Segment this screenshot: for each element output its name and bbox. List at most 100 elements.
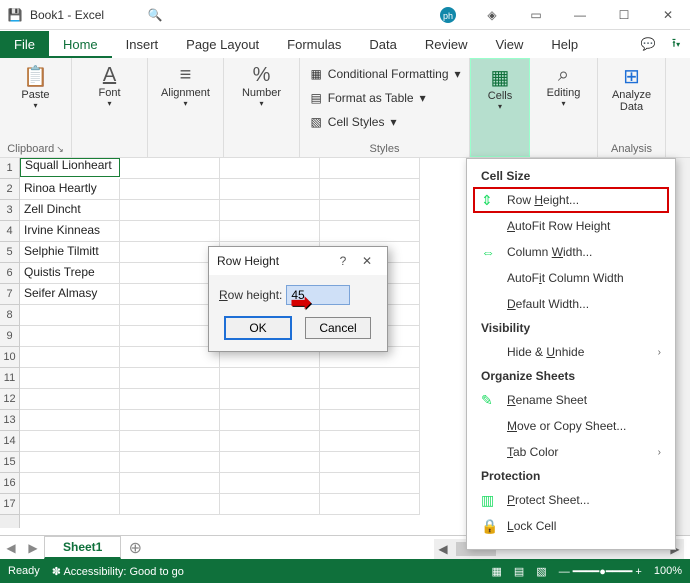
group-font: AFont▾ — [72, 58, 148, 157]
menu-autofit-row[interactable]: AutoFit Row Height — [467, 213, 675, 239]
row-header[interactable]: 10 — [0, 347, 19, 368]
zoom-control[interactable]: — ━━━━●━━━━ + — [559, 565, 642, 578]
ribbon-tabs: File Home Insert Page Layout Formulas Da… — [0, 30, 690, 58]
conditional-formatting-button[interactable]: ▦Conditional Formatting ▾ — [308, 62, 460, 86]
menu-column-width[interactable]: ⇔Column Width... — [467, 239, 675, 265]
new-sheet-button[interactable]: ⊕ — [121, 538, 149, 558]
row-header[interactable]: 16 — [0, 473, 19, 494]
menu-rename-sheet[interactable]: ✎Rename Sheet — [467, 387, 675, 413]
autosave-icon[interactable]: 💾 — [0, 8, 30, 22]
paste-icon: 📋 — [23, 64, 48, 89]
row-header[interactable]: 14 — [0, 431, 19, 452]
tab-view[interactable]: View — [481, 31, 537, 58]
menu-default-width[interactable]: Default Width... — [467, 291, 675, 317]
group-number: %Number▾ — [224, 58, 300, 157]
tab-help[interactable]: Help — [537, 31, 592, 58]
ok-button[interactable]: OK — [225, 317, 291, 339]
menu-tab-color[interactable]: Tab Color› — [467, 439, 675, 465]
row-header[interactable]: 12 — [0, 389, 19, 410]
tab-home[interactable]: Home — [49, 31, 112, 58]
row-header[interactable]: 1 — [0, 158, 19, 179]
row-header[interactable]: 2 — [0, 179, 19, 200]
tab-review[interactable]: Review — [411, 31, 482, 58]
cell-a4[interactable]: Irvine Kinneas — [20, 221, 120, 242]
alignment-button[interactable]: ≡Alignment▾ — [155, 62, 216, 110]
title-bar: 💾 Book1 - Excel 🔍 ph ◈ ▭ — ☐ ✕ — [0, 0, 690, 30]
menu-section-visibility: Visibility — [467, 317, 675, 339]
alignment-icon: ≡ — [180, 64, 192, 87]
cell[interactable] — [120, 158, 220, 179]
cell[interactable] — [320, 158, 420, 179]
analyze-data-button[interactable]: ⊞Analyze Data — [606, 62, 657, 115]
cell-a6[interactable]: Quistis Trepe — [20, 263, 120, 284]
account-icon[interactable]: ph — [426, 0, 470, 30]
row-header[interactable]: 15 — [0, 452, 19, 473]
menu-move-copy[interactable]: Move or Copy Sheet... — [467, 413, 675, 439]
maximize-button[interactable]: ☐ — [602, 0, 646, 30]
dialog-close-button[interactable]: ✕ — [355, 254, 379, 268]
tab-data[interactable]: Data — [355, 31, 410, 58]
menu-row-height[interactable]: ⇕Row Height... — [473, 187, 669, 213]
protect-icon: ▥ — [481, 492, 497, 508]
row-header[interactable]: 9 — [0, 326, 19, 347]
lock-icon: 🔒 — [481, 518, 497, 534]
row-header[interactable]: 6 — [0, 263, 19, 284]
analysis-group-label: Analysis — [611, 143, 652, 155]
dialog-help-button[interactable]: ? — [331, 254, 355, 268]
number-icon: % — [253, 64, 271, 87]
search-icon[interactable]: 🔍 — [140, 8, 170, 22]
chevron-right-icon: › — [658, 347, 661, 358]
row-header[interactable]: 5 — [0, 242, 19, 263]
diamond-icon[interactable]: ◈ — [470, 0, 514, 30]
row-header[interactable]: 11 — [0, 368, 19, 389]
tab-formulas[interactable]: Formulas — [273, 31, 355, 58]
row-header[interactable]: 7 — [0, 284, 19, 305]
ribbon-options-icon[interactable]: ▭ — [514, 0, 558, 30]
menu-lock-cell[interactable]: 🔒Lock Cell — [467, 513, 675, 539]
font-button[interactable]: AFont▾ — [92, 62, 126, 110]
menu-protect-sheet[interactable]: ▥Protect Sheet... — [467, 487, 675, 513]
paste-button[interactable]: 📋 Paste ▾ — [15, 62, 55, 112]
menu-hide-unhide[interactable]: Hide & Unhide› — [467, 339, 675, 365]
format-as-table-button[interactable]: ▤Format as Table ▾ — [308, 86, 460, 110]
minimize-button[interactable]: — — [558, 0, 602, 30]
cells-button[interactable]: ▦Cells▾ — [482, 63, 518, 113]
accessibility-status[interactable]: ✽ Accessibility: Good to go — [52, 565, 184, 578]
cell-a2[interactable]: Rinoa Heartly — [20, 179, 120, 200]
row-header[interactable]: 8 — [0, 305, 19, 326]
zoom-level[interactable]: 100% — [654, 565, 682, 577]
ribbon: 📋 Paste ▾ Clipboard ↘ AFont▾ ≡Alignment▾… — [0, 58, 690, 158]
sheet-nav-next[interactable]: ▶ — [22, 541, 44, 555]
comments-icon[interactable]: 💬 — [634, 30, 662, 58]
share-icon[interactable]: ⭱▾ — [662, 30, 690, 58]
row-header[interactable]: 13 — [0, 410, 19, 431]
menu-autofit-col[interactable]: AutoFit Column Width — [467, 265, 675, 291]
view-break-icon[interactable]: ▧ — [536, 565, 546, 578]
font-icon: A — [103, 64, 116, 87]
tab-insert[interactable]: Insert — [112, 31, 173, 58]
number-button[interactable]: %Number▾ — [236, 62, 287, 110]
cell-a1[interactable]: Squall Lionheart — [20, 158, 120, 177]
group-styles: ▦Conditional Formatting ▾ ▤Format as Tab… — [300, 58, 470, 157]
cancel-button[interactable]: Cancel — [305, 317, 371, 339]
cell-a3[interactable]: Zell Dincht — [20, 200, 120, 221]
row-header[interactable]: 3 — [0, 200, 19, 221]
dialog-title: Row Height — [217, 254, 279, 268]
cell-a7[interactable]: Seifer Almasy — [20, 284, 120, 305]
row-header[interactable]: 4 — [0, 221, 19, 242]
vertical-scrollbar[interactable] — [674, 158, 690, 535]
cond-format-icon: ▦ — [310, 67, 321, 81]
cell-a5[interactable]: Selphie Tilmitt — [20, 242, 120, 263]
view-page-icon[interactable]: ▤ — [514, 565, 524, 578]
cell-styles-button[interactable]: ▧Cell Styles ▾ — [308, 110, 460, 134]
tab-file[interactable]: File — [0, 31, 49, 58]
tab-page-layout[interactable]: Page Layout — [172, 31, 273, 58]
cell[interactable] — [220, 158, 320, 179]
view-normal-icon[interactable]: ▦ — [491, 565, 501, 578]
scroll-left-icon[interactable]: ◀ — [434, 542, 452, 556]
sheet-tab[interactable]: Sheet1 — [44, 536, 121, 559]
sheet-nav-prev[interactable]: ◀ — [0, 541, 22, 555]
editing-button[interactable]: ⌕Editing▾ — [541, 62, 587, 110]
row-header[interactable]: 17 — [0, 494, 19, 515]
close-button[interactable]: ✕ — [646, 0, 690, 30]
